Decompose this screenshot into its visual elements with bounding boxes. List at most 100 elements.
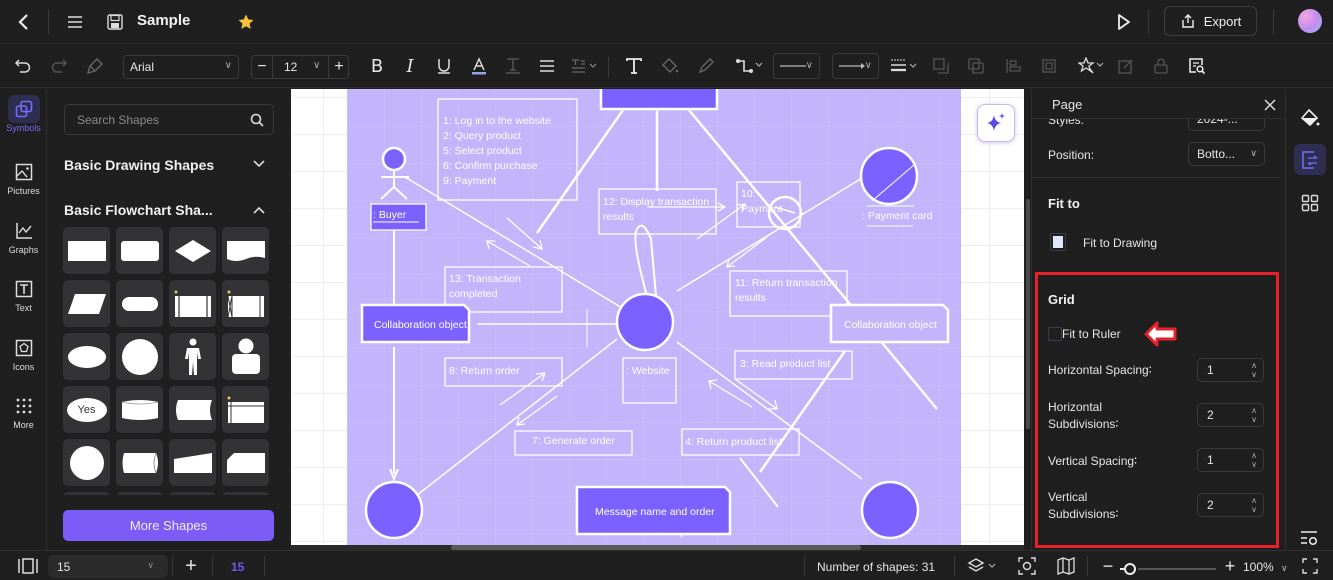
chevron-down-icon[interactable] [253,157,265,171]
line-weight-button[interactable] [889,55,919,77]
horizontal-subdivisions-input[interactable]: 2 ∧ ∨ [1197,403,1264,427]
find-replace-button[interactable] [1186,55,1208,77]
export-button[interactable]: Export [1164,6,1257,36]
page-settings-button[interactable] [1294,144,1326,175]
zoom-slider-track[interactable] [1138,568,1216,570]
fit-to-drawing-label[interactable]: Fit to Drawing [1083,236,1157,250]
rail-item-more[interactable]: More [0,395,47,430]
rail-item-symbols[interactable]: Symbols [0,95,47,133]
zoom-in-button[interactable]: + [1222,556,1238,576]
map-view-button[interactable] [1056,557,1076,575]
page-select[interactable]: 15 ∨ [48,555,168,578]
shape-tile-data[interactable] [63,280,110,327]
shape-tile[interactable] [169,492,216,495]
zoom-slider-handle[interactable] [1123,563,1136,575]
shape-tile[interactable] [222,492,269,495]
layers-button[interactable] [966,557,1000,575]
shape-tile-decision[interactable] [169,227,216,274]
user-avatar[interactable] [1298,9,1322,33]
spinner-arrows-icon[interactable]: ∧ ∨ [1251,406,1257,424]
align-button[interactable] [536,55,558,77]
collaboration-diagram[interactable]: : Buyer 1: Log in to the website 2: Quer… [347,89,961,545]
group-button[interactable] [1038,55,1060,77]
fit-to-ruler-label[interactable]: Fit to Ruler [1062,327,1121,341]
spinner-arrows-icon[interactable]: ∧ ∨ [1251,451,1257,469]
chevron-down-icon[interactable]: ∨ [313,60,320,71]
shape-tile-circle[interactable] [116,333,163,380]
redo-button[interactable] [48,55,70,77]
font-color-button[interactable] [468,55,490,77]
shape-tile-rounded-process[interactable] [116,227,163,274]
format-painter-button[interactable] [84,55,106,77]
page-view-button[interactable] [17,557,39,575]
search-shapes-input[interactable]: Search Shapes [64,104,274,135]
shape-tile-connector[interactable] [63,439,110,486]
section-basic-drawing-shapes[interactable]: Basic Drawing Shapes [64,157,214,173]
fill-button[interactable] [659,55,681,77]
shape-tile-manual-input[interactable] [169,439,216,486]
font-size-value[interactable]: 12 [284,60,297,74]
shape-tile-yes-ellipse[interactable]: Yes [63,386,110,433]
panel-settings-button[interactable] [1297,527,1323,549]
back-button[interactable] [12,10,36,34]
connector-style-button[interactable] [734,55,766,77]
page-tab[interactable]: 15 [231,560,244,574]
italic-button[interactable]: I [399,55,421,77]
present-button[interactable] [1112,10,1136,34]
horizontal-spacing-input[interactable]: 1 ∧ ∨ [1197,358,1264,382]
spinner-arrows-icon[interactable]: ∧ ∨ [1251,496,1257,514]
font-family-select[interactable]: Arial ∨ [123,55,239,79]
close-panel-button[interactable] [1261,96,1279,114]
text-highlight-button[interactable] [502,55,524,77]
underline-button[interactable] [433,55,455,77]
style-panel-button[interactable] [1297,105,1323,131]
document-title[interactable]: Sample [137,12,190,29]
shape-tile-internal-storage-2[interactable] [222,386,269,433]
favorite-button[interactable] [234,10,258,34]
fit-to-drawing-button[interactable] [1050,233,1066,251]
shape-tile-internal-storage[interactable] [222,280,269,327]
shape-tile-cylinder[interactable] [116,386,163,433]
text-tool-button[interactable] [623,55,645,77]
section-basic-flowchart-shapes[interactable]: Basic Flowchart Sha... [64,202,213,218]
spinner-arrows-icon[interactable]: ∧ ∨ [1251,361,1257,379]
scrollbar-thumb[interactable] [1026,199,1030,429]
vertical-subdivisions-input[interactable]: 2 ∧ ∨ [1197,493,1264,517]
rail-item-pictures[interactable]: Pictures [0,161,47,196]
zoom-level-select[interactable]: 100% ∨ [1243,560,1288,574]
increase-font-size-button[interactable]: + [328,56,349,78]
shape-tile[interactable] [116,492,163,495]
fullscreen-button[interactable] [1300,557,1320,575]
decrease-font-size-button[interactable]: − [252,56,273,78]
drawing-canvas[interactable]: : Buyer 1: Log in to the website 2: Quer… [291,89,1024,545]
search-icon[interactable] [250,113,264,127]
fit-to-ruler-checkbox[interactable] [1048,327,1062,341]
ai-assistant-button[interactable] [977,104,1015,142]
layout-grid-button[interactable] [1297,190,1323,216]
lock-button[interactable] [1150,55,1172,77]
undo-button[interactable] [12,55,34,77]
bold-button[interactable]: B [366,55,388,77]
line-color-button[interactable] [695,55,717,77]
rail-item-graphs[interactable]: Graphs [0,220,47,255]
styles-select[interactable]: 2024-... [1188,119,1265,131]
shape-tile-predefined-process[interactable] [169,280,216,327]
rail-item-text[interactable]: Text [0,278,47,313]
shape-tile-actor[interactable] [169,333,216,380]
shape-tile-stored-data[interactable] [169,386,216,433]
save-button[interactable] [103,10,127,34]
rail-item-icons[interactable]: Icons [0,337,47,372]
shape-tile-ellipse[interactable] [63,333,110,380]
arrow-style-select[interactable]: ∨ [832,53,879,79]
edit-button[interactable] [1115,55,1137,77]
shape-tile[interactable] [63,492,110,495]
line-style-select[interactable]: ∨ [773,53,820,79]
align-shapes-button[interactable] [1002,55,1024,77]
shape-tile-document[interactable] [222,227,269,274]
ai-magic-button[interactable] [1077,55,1107,77]
add-page-button[interactable]: + [181,555,201,577]
shape-tile-direct-access[interactable] [116,439,163,486]
zoom-out-button[interactable]: − [1100,556,1116,576]
vertical-spacing-input[interactable]: 1 ∧ ∨ [1197,448,1264,472]
shape-tile-process[interactable] [63,227,110,274]
